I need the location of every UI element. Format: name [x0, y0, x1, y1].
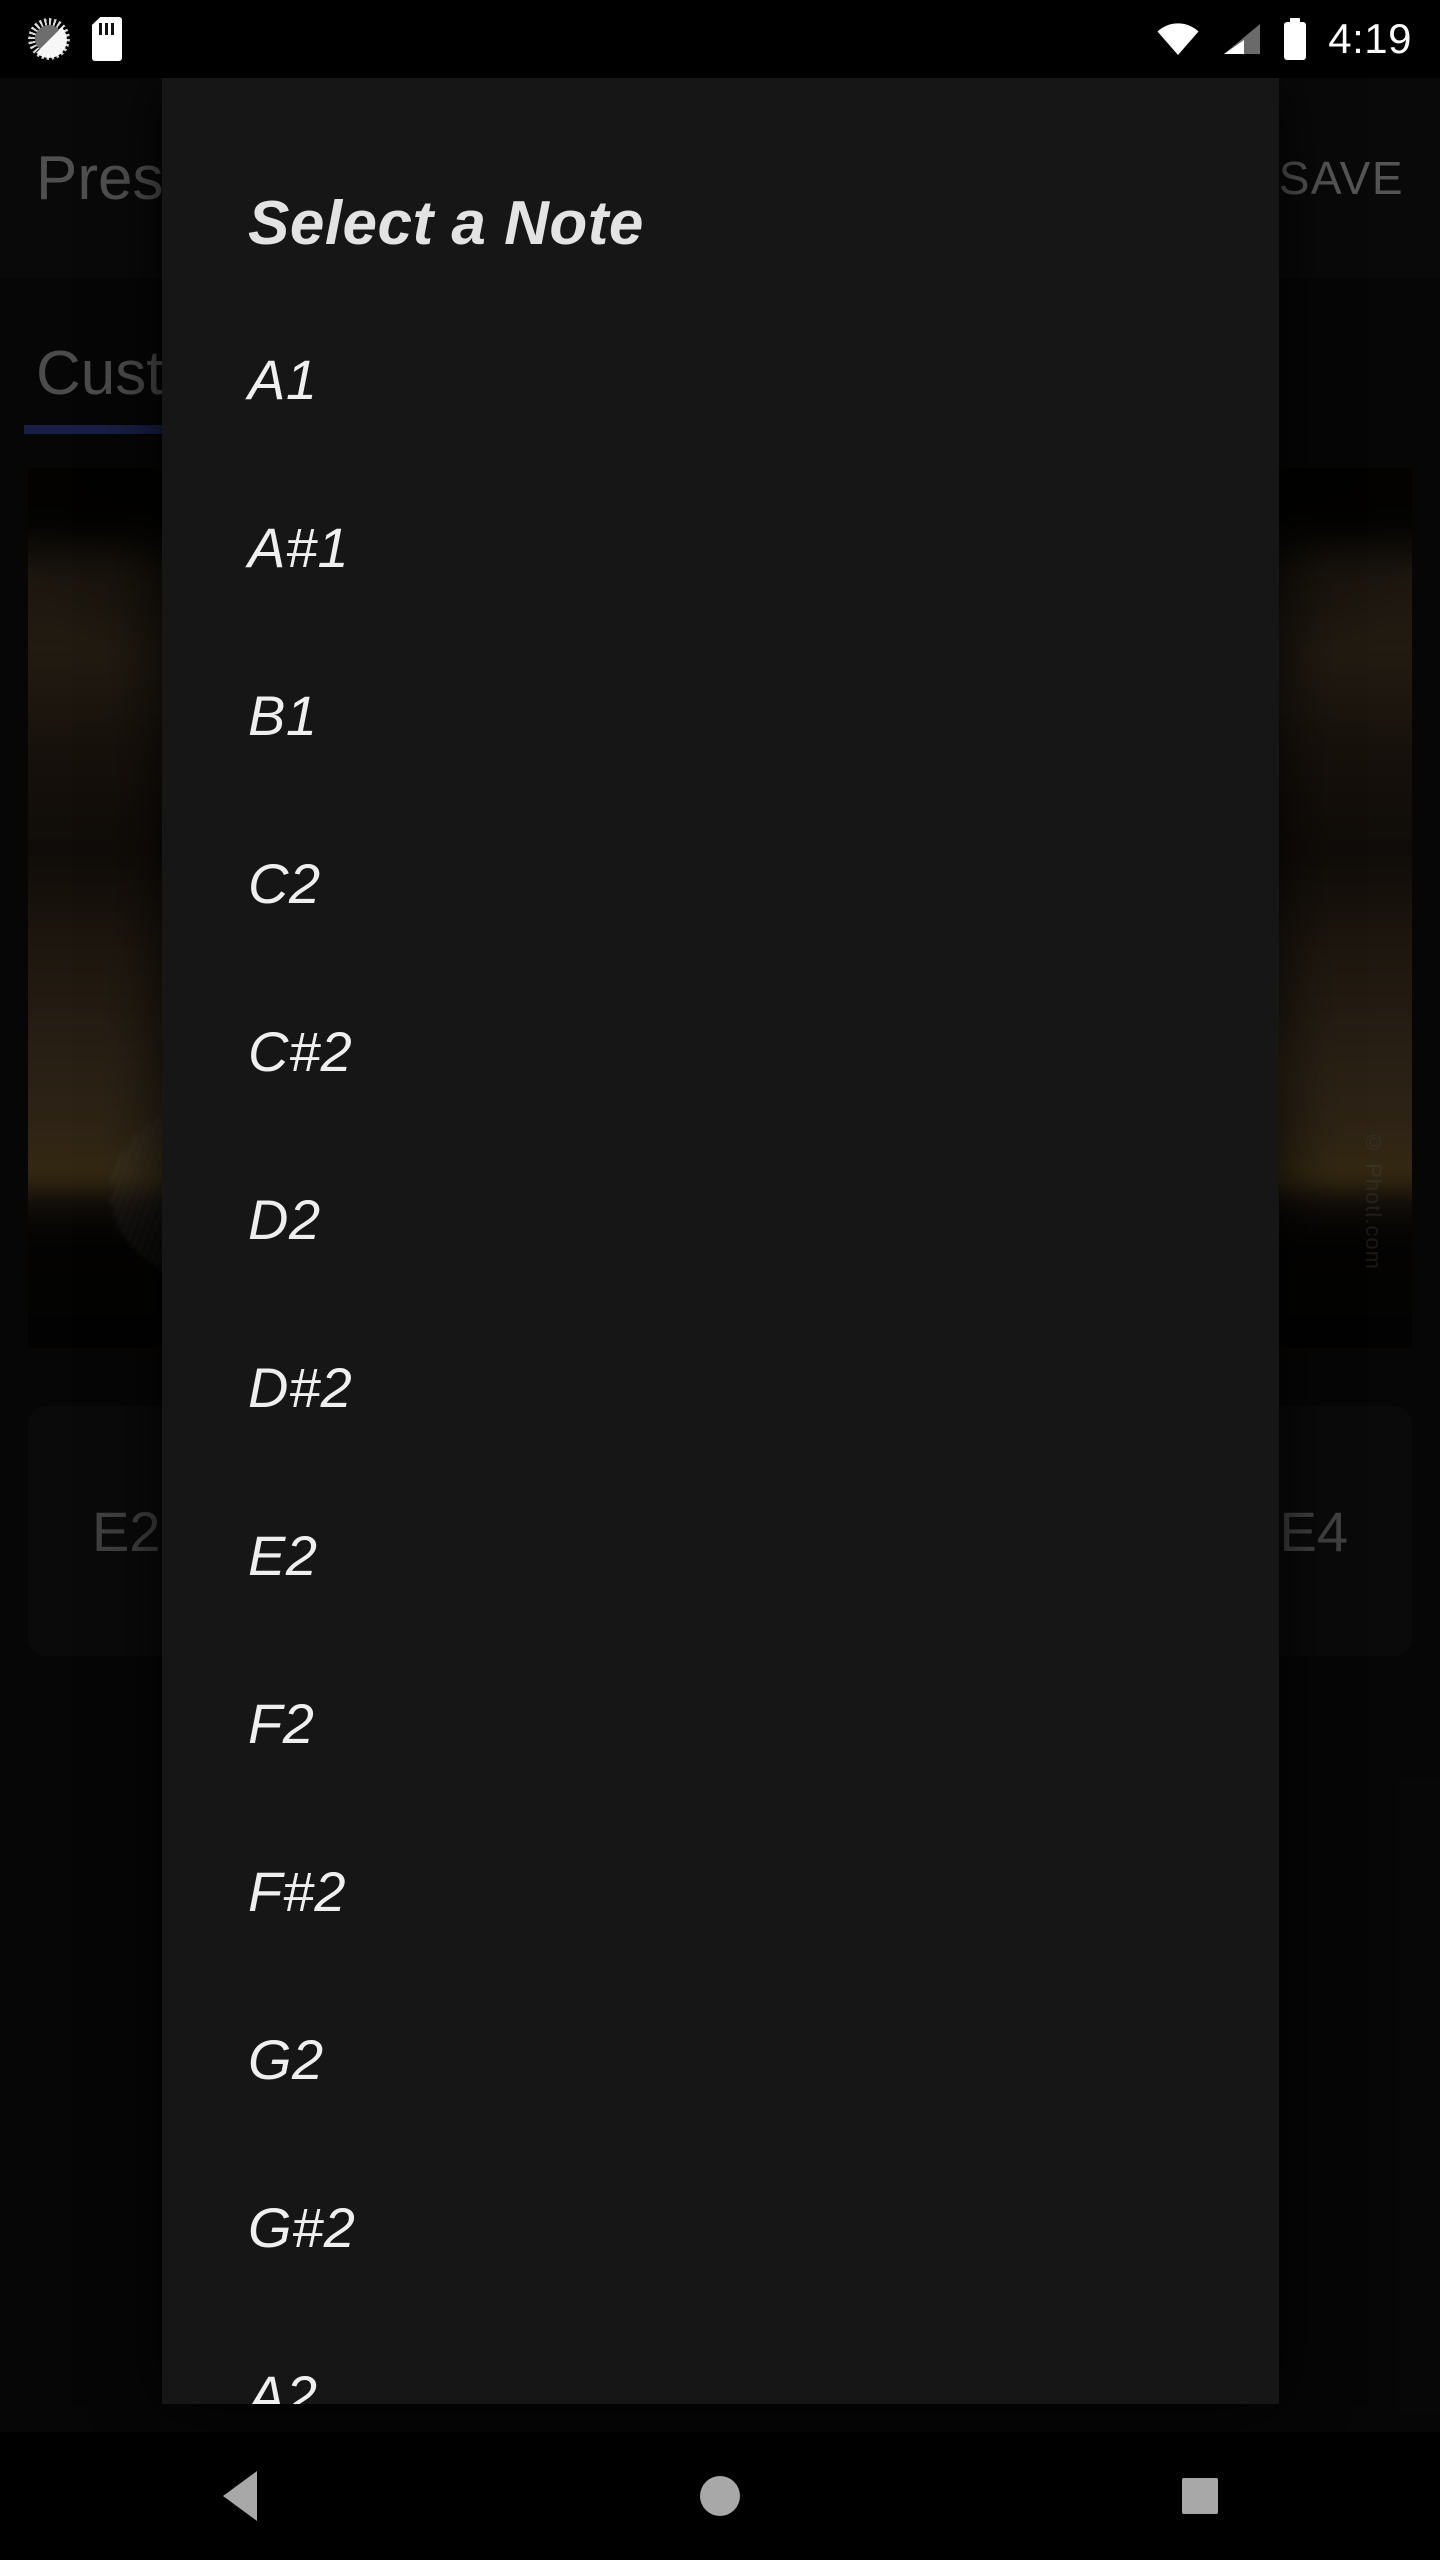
- note-list-item-label: C#2: [248, 1019, 353, 1083]
- back-icon: [223, 2471, 257, 2521]
- nav-back-button[interactable]: [140, 2432, 340, 2560]
- note-list-item[interactable]: F#2: [162, 1807, 1279, 1975]
- cellular-signal-icon: [1222, 22, 1262, 56]
- note-list-item[interactable]: D#2: [162, 1303, 1279, 1471]
- note-list-item-label: D2: [248, 1187, 321, 1251]
- note-list-item[interactable]: B1: [162, 631, 1279, 799]
- note-list-item-label: A2: [248, 2363, 318, 2405]
- phone-screen: Presets SAVE Custom © Photl.com E2 E4 Se…: [0, 0, 1440, 2560]
- note-list-item[interactable]: A#1: [162, 463, 1279, 631]
- recents-icon: [1182, 2478, 1218, 2514]
- note-list-item[interactable]: G#2: [162, 2143, 1279, 2311]
- dialog-title: Select a Note: [248, 189, 644, 258]
- battery-icon: [1284, 18, 1307, 60]
- nav-home-button[interactable]: [620, 2432, 820, 2560]
- note-list-item[interactable]: F2: [162, 1639, 1279, 1807]
- note-list-item-label: G2: [248, 2027, 324, 2091]
- sd-card-icon: [92, 17, 122, 61]
- note-list-item-label: E2: [248, 1523, 318, 1587]
- navigation-bar: [0, 2432, 1440, 2560]
- note-list-item-label: B1: [248, 683, 318, 747]
- note-list[interactable]: A1 A#1 B1 C2 C#2 D2 D#2 E2 F2 F#2 G2 G#2 A2: [162, 295, 1279, 2405]
- note-list-item-label: F#2: [248, 1859, 346, 1923]
- status-bar: 4:19: [0, 0, 1440, 78]
- note-list-item[interactable]: D2: [162, 1135, 1279, 1303]
- note-list-item[interactable]: G2: [162, 1975, 1279, 2143]
- note-list-item-label: C2: [248, 851, 321, 915]
- note-list-item-label: A1: [248, 347, 318, 411]
- note-list-item[interactable]: A1: [162, 295, 1279, 463]
- alarm-icon: [28, 18, 70, 60]
- note-list-item[interactable]: A2: [162, 2311, 1279, 2405]
- note-list-item-label: G#2: [248, 2195, 356, 2259]
- note-list-item-label: A#1: [248, 515, 350, 579]
- select-note-dialog: Select a Note A1 A#1 B1 C2 C#2 D2 D#2 E2 F2 F#2 G2…: [162, 78, 1279, 2404]
- home-icon: [700, 2476, 740, 2516]
- note-list-item[interactable]: C#2: [162, 967, 1279, 1135]
- status-bar-clock: 4:19: [1328, 15, 1412, 62]
- status-bar-left-icons: [28, 17, 122, 61]
- wifi-icon: [1156, 22, 1200, 56]
- note-list-item[interactable]: E2: [162, 1471, 1279, 1639]
- status-bar-right-icons: 4:19: [1156, 18, 1412, 60]
- note-list-item-label: F2: [248, 1691, 315, 1755]
- note-list-item[interactable]: C2: [162, 799, 1279, 967]
- nav-recents-button[interactable]: [1100, 2432, 1300, 2560]
- note-list-item-label: D#2: [248, 1355, 353, 1419]
